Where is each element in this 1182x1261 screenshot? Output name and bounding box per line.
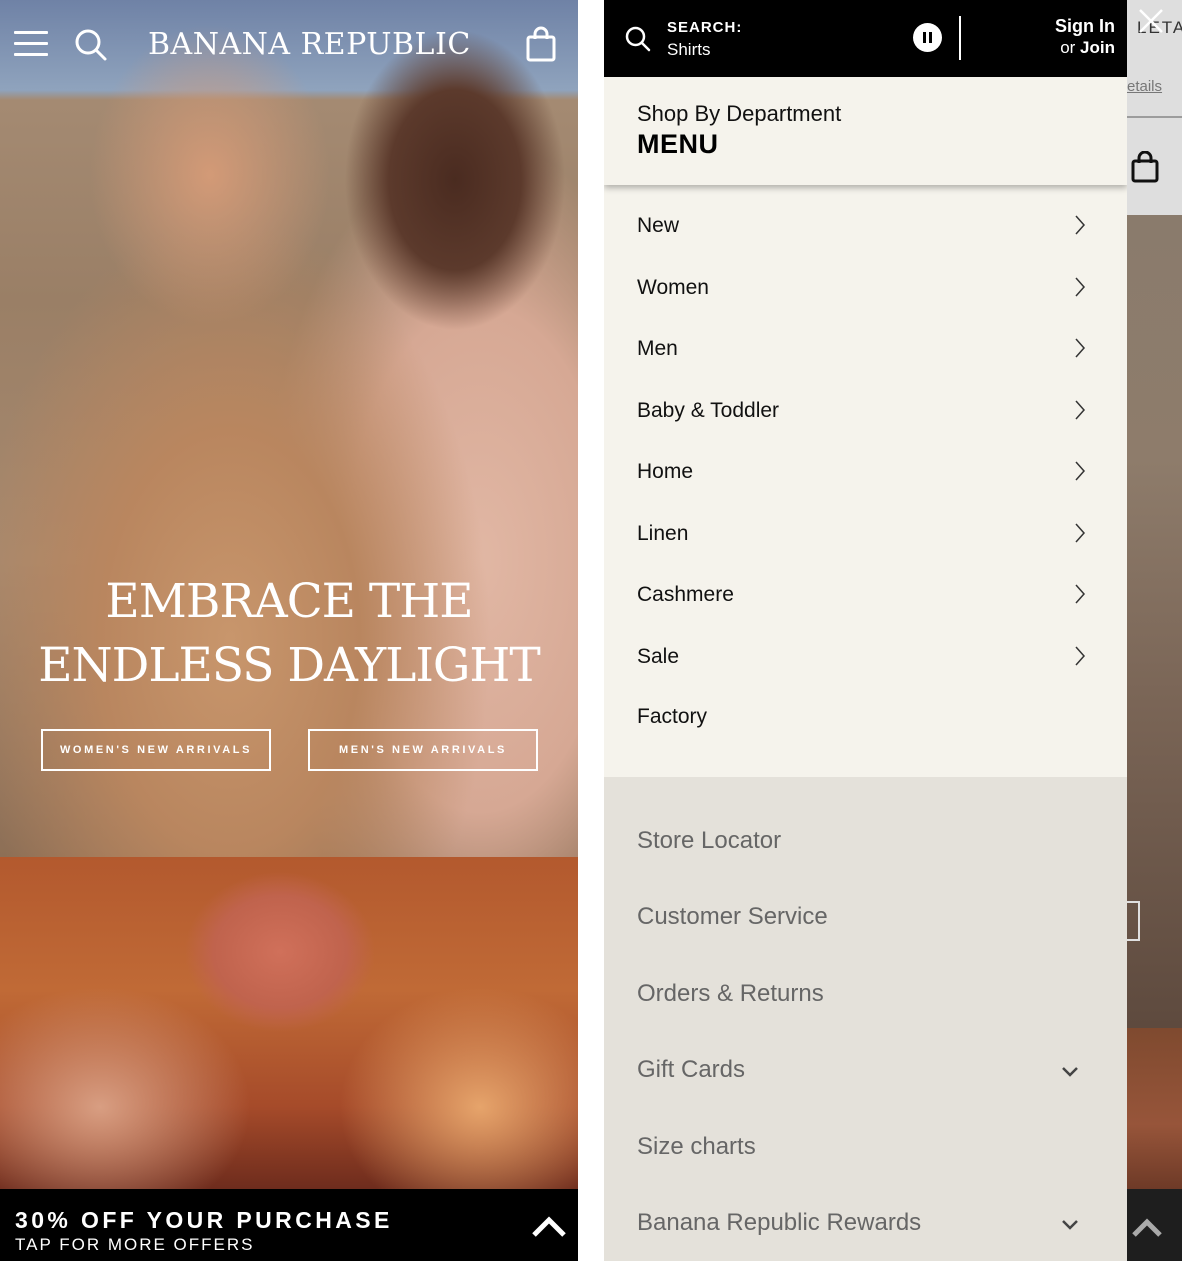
orders-returns-link[interactable]: Orders & Returns (604, 963, 1127, 1023)
menu-item-home[interactable]: Home (604, 444, 1127, 500)
menu-item-label: Cashmere (637, 583, 734, 606)
secondary-item-label: Size charts (637, 1133, 756, 1160)
secondary-item-label: Gift Cards (637, 1056, 746, 1083)
womens-new-arrivals-button[interactable]: WOMEN'S NEW ARRIVALS (41, 729, 271, 771)
chevron-right-icon (1075, 400, 1086, 420)
gift-cards-toggle[interactable]: Gift Cards (604, 1039, 1127, 1099)
menu-item-label: Sale (637, 645, 680, 668)
promo-title: 30% OFF YOUR PURCHASE (15, 1207, 393, 1233)
size-charts-link[interactable]: Size charts (604, 1116, 1127, 1176)
department-header: Shop By Department MENU (604, 77, 1127, 185)
menu-item-linen[interactable]: Linen (604, 506, 1127, 562)
background-divider (1127, 116, 1182, 118)
chevron-right-icon (1075, 338, 1086, 358)
screen-divider (578, 0, 604, 1261)
menu-item-women[interactable]: Women (604, 260, 1127, 316)
search-icon[interactable] (74, 28, 108, 62)
menu-item-label: Baby & Toddler (637, 399, 780, 422)
join-link[interactable]: Join (1080, 38, 1115, 57)
chevron-right-icon (1075, 584, 1086, 604)
department-subtitle: Shop By Department (637, 101, 842, 126)
or-text: or (1060, 38, 1076, 57)
shopping-bag-icon[interactable] (525, 26, 557, 62)
hamburger-icon[interactable] (14, 31, 48, 57)
secondary-hero-image[interactable] (0, 857, 578, 1189)
chevron-up-icon (1132, 1218, 1162, 1237)
header-divider (959, 16, 961, 60)
chevron-right-icon (1075, 215, 1086, 235)
background-page: LETA etails (1127, 0, 1182, 1261)
chevron-down-icon (1062, 1067, 1078, 1077)
secondary-item-label: Banana Republic Rewards (637, 1209, 922, 1236)
chevron-right-icon (1075, 646, 1086, 666)
join-row: or Join (1060, 38, 1115, 58)
mens-new-arrivals-button[interactable]: MEN'S NEW ARRIVALS (308, 729, 538, 771)
chevron-down-icon (1062, 1220, 1078, 1230)
department-menu: New Women Men Baby & Toddler Home Linen … (604, 185, 1127, 777)
chevron-right-icon (1075, 277, 1086, 297)
hero-headline: EMBRACE THE ENDLESS DAYLIGHT (0, 570, 578, 698)
search-input[interactable] (667, 39, 887, 61)
search-icon[interactable] (625, 26, 651, 52)
menu-item-label: Women (637, 276, 709, 299)
menu-item-label: New (637, 214, 680, 237)
menu-item-label: Home (637, 460, 694, 483)
store-locator-link[interactable]: Store Locator (604, 810, 1127, 870)
pause-icon[interactable] (913, 23, 942, 52)
customer-service-link[interactable]: Customer Service (604, 886, 1127, 946)
top-navigation-bar: BANANA REPUBLIC (0, 0, 578, 92)
secondary-menu: Store Locator Customer Service Orders & … (604, 777, 1127, 1261)
menu-item-label: Linen (637, 522, 689, 545)
secondary-item-label: Customer Service (637, 903, 828, 930)
headline-line-1: EMBRACE THE (105, 574, 473, 629)
close-icon[interactable] (1138, 8, 1164, 34)
menu-item-label: Men (637, 337, 678, 360)
sign-in-link[interactable]: Sign In (1055, 16, 1115, 37)
background-photo-2 (1127, 1028, 1182, 1189)
menu-item-new[interactable]: New (604, 198, 1127, 254)
search-label: SEARCH: (667, 19, 743, 36)
home-screen: BANANA REPUBLIC EMBRACE THE ENDLESS DAYL… (0, 0, 578, 1261)
menu-title: MENU (637, 129, 719, 159)
secondary-item-label: Store Locator (637, 827, 782, 854)
menu-item-men[interactable]: Men (604, 321, 1127, 377)
menu-item-sale[interactable]: Sale (604, 629, 1127, 685)
chevron-up-icon[interactable] (531, 1213, 567, 1239)
background-link-fragment: etails (1127, 78, 1163, 95)
menu-item-baby-toddler[interactable]: Baby & Toddler (604, 383, 1127, 439)
menu-item-factory[interactable]: Factory (604, 689, 1127, 745)
menu-drawer: SEARCH: Sign In or Join Shop By Departme… (604, 0, 1127, 1261)
secondary-item-label: Orders & Returns (637, 980, 824, 1007)
menu-item-cashmere[interactable]: Cashmere (604, 567, 1127, 623)
shopping-bag-icon (1131, 151, 1159, 183)
drawer-header: SEARCH: Sign In or Join (604, 0, 1127, 77)
chevron-right-icon (1075, 523, 1086, 543)
rewards-toggle[interactable]: Banana Republic Rewards (604, 1192, 1127, 1252)
background-photo (1127, 215, 1182, 1028)
brand-logo[interactable]: BANANA REPUBLIC (148, 27, 471, 62)
headline-line-2: ENDLESS DAYLIGHT (38, 638, 541, 693)
menu-item-label: Factory (637, 705, 708, 728)
promo-subtitle: TAP FOR MORE OFFERS (15, 1235, 255, 1254)
chevron-right-icon (1075, 461, 1086, 481)
